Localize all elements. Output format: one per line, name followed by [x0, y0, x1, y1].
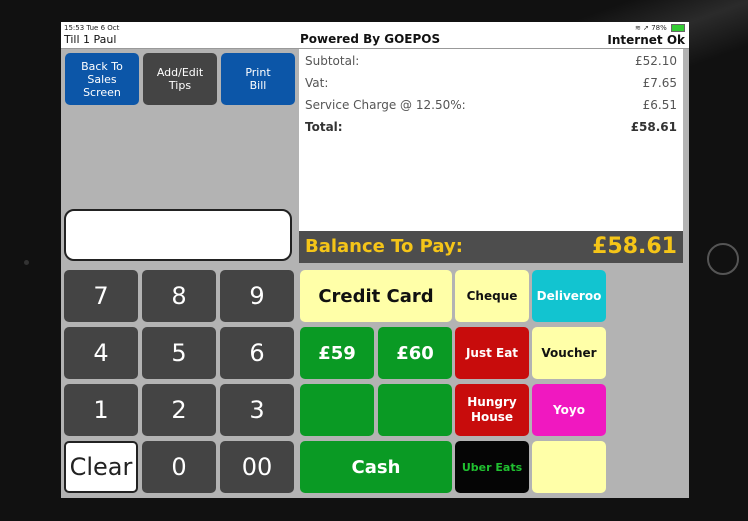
key-1[interactable]: 1: [64, 384, 138, 436]
key-8[interactable]: 8: [142, 270, 216, 322]
vat-label: Vat:: [305, 76, 329, 90]
cash-button[interactable]: Cash: [300, 441, 452, 493]
bill-summary: Subtotal: £52.10 Vat: £7.65 Service Char…: [299, 49, 683, 231]
quick-pay-60-button[interactable]: £60: [378, 327, 452, 379]
quick-pay-blank-2-button[interactable]: [378, 384, 452, 436]
home-button[interactable]: [707, 243, 739, 275]
service-charge-label: Service Charge @ 12.50%:: [305, 98, 466, 112]
balance-label: Balance To Pay:: [305, 236, 463, 257]
wifi-icon: ≋: [634, 24, 641, 32]
print-bill-button[interactable]: Print Bill: [221, 53, 295, 105]
location-icon: ➚: [643, 24, 649, 32]
battery-percent: 78%: [651, 24, 667, 32]
total-row: Total: £58.61: [305, 120, 677, 138]
cheque-button[interactable]: Cheque: [455, 270, 529, 322]
connection-status: Internet Ok: [607, 33, 685, 47]
subtotal-value: £52.10: [635, 54, 677, 68]
back-to-sales-button[interactable]: Back To Sales Screen: [65, 53, 139, 105]
clear-key[interactable]: Clear: [64, 441, 138, 493]
status-time: 15:53 Tue 6 Oct: [64, 24, 120, 32]
key-3[interactable]: 3: [220, 384, 294, 436]
key-7[interactable]: 7: [64, 270, 138, 322]
key-5[interactable]: 5: [142, 327, 216, 379]
service-charge-value: £6.51: [642, 98, 677, 112]
deliveroo-button[interactable]: Deliveroo: [532, 270, 606, 322]
subtotal-row: Subtotal: £52.10: [305, 54, 677, 72]
pos-screen: 15:53 Tue 6 Oct Till 1 Paul Powered By G…: [61, 22, 689, 498]
total-label: Total:: [305, 120, 343, 134]
tablet-frame: 15:53 Tue 6 Oct Till 1 Paul Powered By G…: [0, 0, 748, 521]
quick-pay-blank-1-button[interactable]: [300, 384, 374, 436]
quick-pay-59-button[interactable]: £59: [300, 327, 374, 379]
balance-bar: Balance To Pay: £58.61: [299, 231, 683, 263]
just-eat-button[interactable]: Just Eat: [455, 327, 529, 379]
powered-by: Powered By GOEPOS: [300, 32, 441, 46]
amount-display: [64, 209, 292, 261]
key-6[interactable]: 6: [220, 327, 294, 379]
subtotal-label: Subtotal:: [305, 54, 360, 68]
status-indicators: ≋ ➚ 78%: [635, 24, 685, 32]
add-edit-tips-button[interactable]: Add/Edit Tips: [143, 53, 217, 105]
yoyo-button[interactable]: Yoyo: [532, 384, 606, 436]
vat-row: Vat: £7.65: [305, 76, 677, 94]
battery-icon: [671, 24, 685, 32]
hungry-house-button[interactable]: Hungry House: [455, 384, 529, 436]
key-4[interactable]: 4: [64, 327, 138, 379]
key-9[interactable]: 9: [220, 270, 294, 322]
key-2[interactable]: 2: [142, 384, 216, 436]
total-value: £58.61: [630, 120, 677, 134]
voucher-button[interactable]: Voucher: [532, 327, 606, 379]
camera-dot: [24, 260, 29, 265]
service-charge-row: Service Charge @ 12.50%: £6.51: [305, 98, 677, 116]
till-user: Till 1 Paul: [64, 33, 117, 46]
credit-card-button[interactable]: Credit Card: [300, 270, 452, 322]
balance-value: £58.61: [592, 234, 677, 259]
key-00[interactable]: 00: [220, 441, 294, 493]
uber-eats-button[interactable]: Uber Eats: [455, 441, 529, 493]
vat-value: £7.65: [642, 76, 677, 90]
key-0[interactable]: 0: [142, 441, 216, 493]
blank-payment-button[interactable]: [532, 441, 606, 493]
status-bar: 15:53 Tue 6 Oct Till 1 Paul Powered By G…: [61, 22, 689, 49]
